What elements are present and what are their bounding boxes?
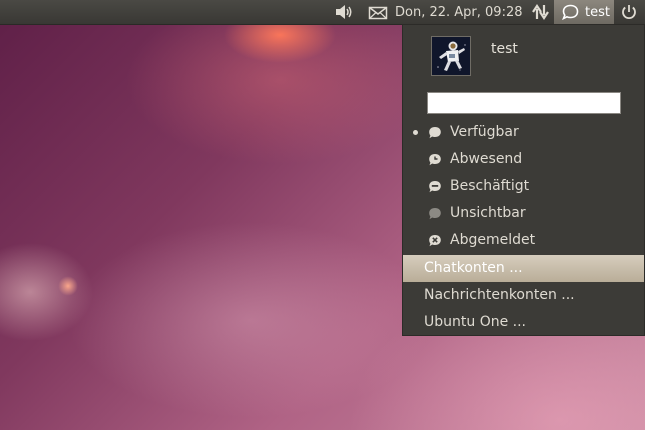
status-item-offline[interactable]: Abgemeldet — [403, 227, 644, 254]
status-away-icon — [429, 154, 441, 166]
status-label: Abwesend — [450, 151, 523, 167]
envelope-icon[interactable] — [368, 0, 388, 24]
speaker-icon[interactable] — [334, 0, 354, 24]
clock-label: Don, 22. Apr, 09:28 — [395, 4, 523, 20]
status-label: Unsichtbar — [450, 205, 526, 221]
power-icon[interactable] — [620, 0, 638, 24]
status-message-input[interactable] — [427, 92, 621, 114]
me-menu-button[interactable]: test — [554, 0, 614, 24]
menu-item-label: Ubuntu One ... — [424, 314, 526, 330]
status-item-available[interactable]: Verfügbar — [403, 119, 644, 146]
status-invisible-icon — [429, 208, 441, 220]
clock[interactable]: Don, 22. Apr, 09:28 — [395, 0, 523, 24]
status-item-invisible[interactable]: Unsichtbar — [403, 200, 644, 227]
menu-item-message-accounts[interactable]: Nachrichtenkonten ... — [403, 282, 644, 309]
avatar[interactable] — [431, 36, 471, 76]
top-panel: Don, 22. Apr, 09:28 test — [0, 0, 645, 25]
menu-item-label: Chatkonten ... — [424, 260, 523, 276]
status-busy-icon — [429, 181, 441, 193]
user-row[interactable]: test — [403, 25, 644, 85]
menu-item-chat-accounts[interactable]: Chatkonten ... — [403, 255, 644, 282]
user-name: test — [491, 41, 518, 57]
chat-bubble-icon — [562, 4, 579, 20]
status-label: Abgemeldet — [450, 232, 536, 248]
me-menu-username: test — [585, 4, 610, 20]
active-status-dot — [413, 130, 418, 135]
astronaut-avatar-icon — [432, 37, 470, 75]
network-updown-icon[interactable] — [531, 0, 551, 24]
me-menu-dropdown: test Verfügbar Abwesend Beschäftigt Unsi… — [402, 24, 645, 336]
status-label: Verfügbar — [450, 124, 519, 140]
status-available-icon — [429, 127, 441, 139]
status-offline-icon — [429, 235, 441, 247]
menu-item-label: Nachrichtenkonten ... — [424, 287, 575, 303]
status-item-away[interactable]: Abwesend — [403, 146, 644, 173]
status-label: Beschäftigt — [450, 178, 530, 194]
menu-item-ubuntu-one[interactable]: Ubuntu One ... — [403, 309, 644, 336]
status-item-busy[interactable]: Beschäftigt — [403, 173, 644, 200]
